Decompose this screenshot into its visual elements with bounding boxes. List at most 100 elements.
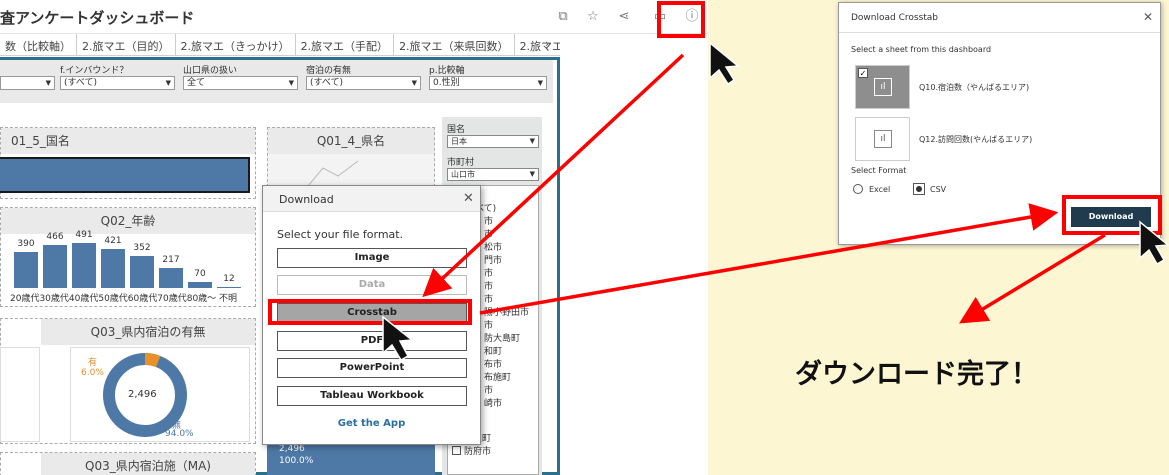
stay-yes-pct: 6.0% xyxy=(81,368,104,378)
age-bar[interactable] xyxy=(217,287,241,288)
dashboard-toolbar: 査アンケートダッシュボード ⧉ ☆ ⋖ ▭ ⓘ xyxy=(0,0,708,34)
stay-yes-label: 有 xyxy=(88,358,98,368)
sheet-thumbnail-q12[interactable]: ıl xyxy=(855,117,910,161)
tab-5[interactable]: 2.旅マエ（来県間隔） xyxy=(515,34,560,55)
city-item[interactable]: 市 xyxy=(484,268,529,281)
city-list-partial: 市市松市 門市市市市陽小野田市市防大島町 和町 布市 布施町市崎市 xyxy=(484,216,529,411)
sheet-name-q10[interactable]: Q10.宿泊数（やんばるエリア) xyxy=(919,82,1029,93)
age-bar[interactable] xyxy=(159,267,183,288)
image-button[interactable]: Image xyxy=(277,248,467,268)
sheet-checkbox-checked-icon[interactable]: ✓ xyxy=(858,68,868,78)
download-popup-header: Download ✕ xyxy=(263,186,480,212)
city-item[interactable]: 市 xyxy=(484,385,529,398)
bar-chart-icon: ıl xyxy=(874,78,892,96)
tab-0[interactable]: 数（比較軸） xyxy=(0,34,77,55)
download-button[interactable]: Download xyxy=(1071,207,1151,227)
filter-inbound-label: f.インバウンド？ xyxy=(60,66,129,76)
filter-yamaguchi-select[interactable]: 全て ▼ xyxy=(183,76,298,90)
filter-compare-label: p.比較軸 xyxy=(429,66,465,76)
city-item[interactable]: 防府市 xyxy=(452,446,491,459)
age-bar-value: 352 xyxy=(133,242,151,253)
filter-inbound-select[interactable]: (すべて) ▼ xyxy=(60,76,175,90)
tab-scroll-right-icon[interactable]: › xyxy=(545,37,549,50)
city-item[interactable]: 松市 xyxy=(484,242,529,255)
csv-label[interactable]: CSV xyxy=(930,185,946,194)
excel-label[interactable]: Excel xyxy=(869,185,890,194)
data-button[interactable]: Data xyxy=(277,275,467,295)
age-bar[interactable] xyxy=(101,249,125,288)
age-bar-value: 421 xyxy=(104,236,122,247)
city-item[interactable]: 防大島町 xyxy=(484,333,529,346)
age-bar[interactable] xyxy=(14,252,38,288)
facility-panel: Q03_県内宿泊施（MA) xyxy=(0,452,256,475)
age-bar-value: 70 xyxy=(194,268,206,279)
powerpoint-button[interactable]: PowerPoint xyxy=(277,358,467,378)
stay-total: 2,496 xyxy=(128,389,157,400)
excel-radio[interactable] xyxy=(853,184,863,194)
age-bar[interactable] xyxy=(188,281,212,288)
close-icon[interactable]: ✕ xyxy=(1143,10,1153,24)
tab-3[interactable]: 2.旅マエ（手配） xyxy=(296,34,395,55)
age-bar[interactable] xyxy=(130,255,154,288)
info-icon[interactable]: ⓘ xyxy=(684,9,700,25)
country-bar[interactable] xyxy=(0,157,250,193)
tableau-workbook-button[interactable]: Tableau Workbook xyxy=(277,386,467,406)
age-bar-value: 217 xyxy=(162,254,180,265)
format-label: Select Format xyxy=(851,166,907,175)
download-crosstab-dialog: Download Crosstab ✕ Select a sheet from … xyxy=(838,2,1161,245)
stay-panel-title: Q03_県内宿泊の有無 xyxy=(41,319,255,345)
city-item[interactable]: 市 xyxy=(484,216,529,229)
favorite-star-icon[interactable]: ☆ xyxy=(585,9,601,25)
age-bar-value: 12 xyxy=(223,273,235,284)
undo-icon[interactable]: ⧉ xyxy=(555,9,571,25)
city-filter-select[interactable]: 山口市 ▼ xyxy=(447,168,539,181)
city-item[interactable]: 市 xyxy=(484,281,529,294)
filter-bar: ▼ f.インバウンド？ (すべて) ▼ 山口県の扱い 全て ▼ 宿泊の有無 (すべて… xyxy=(0,60,553,103)
prefecture-total-bar[interactable]: 2,496 100.0% xyxy=(267,440,435,475)
get-the-app-link[interactable]: Get the App xyxy=(263,418,480,429)
sheet-tab-strip: 数（比較軸） 2.旅マエ（目的） 2.旅マエ（きっかけ） 2.旅マエ（手配） 2.旅マエ… xyxy=(0,34,560,56)
age-axis-labels: 20歳代30歳代40歳代50歳代60歳代70歳代80歳～ 不明 xyxy=(10,294,238,304)
age-bar[interactable] xyxy=(43,244,67,288)
download-complete-text: ダウンロード完了！ xyxy=(795,359,1038,390)
filter-stay-select[interactable]: (すべて) ▼ xyxy=(306,76,421,90)
tableau-dashboard-screenshot: 査アンケートダッシュボード ⧉ ☆ ⋖ ▭ ⓘ 数（比較軸） 2.旅マエ（目的） 2… xyxy=(0,0,708,475)
city-item[interactable]: 陽小野田市 xyxy=(484,307,529,320)
age-bar[interactable] xyxy=(72,242,96,288)
city-item[interactable]: 門市 xyxy=(484,255,529,268)
tab-1[interactable]: 2.旅マエ（目的） xyxy=(77,34,176,55)
country-filter-label: 国名 xyxy=(447,125,466,135)
filter-compare-select[interactable]: 0.性別 ▼ xyxy=(429,76,547,90)
tab-4[interactable]: 2.旅マエ（来県回数） xyxy=(394,34,515,55)
stay-left-cell xyxy=(0,347,40,442)
checkbox-icon[interactable] xyxy=(452,446,461,455)
prefecture-total-count: 2,496 xyxy=(279,444,305,454)
sheet-name-q12[interactable]: Q12.訪問回数(やんばるエリア) xyxy=(919,134,1032,145)
city-item[interactable]: 市 xyxy=(484,229,529,242)
country-filter-select[interactable]: 日本 ▼ xyxy=(447,135,539,148)
download-icon[interactable]: ▭ xyxy=(652,9,668,25)
city-item[interactable]: 市 xyxy=(484,294,529,307)
city-item[interactable]: 崎市 xyxy=(484,398,529,411)
city-item[interactable]: 和町 xyxy=(484,346,529,359)
crosstab-dialog-header: Download Crosstab ✕ xyxy=(839,3,1160,33)
prefecture-map xyxy=(307,160,359,186)
stay-no-pct: 94.0% xyxy=(165,429,194,439)
pdf-button[interactable]: PDF xyxy=(277,331,467,351)
filter-0-select[interactable]: ▼ xyxy=(0,76,55,90)
tab-2[interactable]: 2.旅マエ（きっかけ） xyxy=(176,34,296,55)
share-icon[interactable]: ⋖ xyxy=(616,9,632,25)
city-filter-label: 市町村 xyxy=(447,158,475,168)
csv-radio[interactable] xyxy=(913,183,925,195)
download-popup: Download ✕ Select your file format. Imag… xyxy=(262,185,481,445)
city-item[interactable]: 布市 xyxy=(484,359,529,372)
close-icon[interactable]: ✕ xyxy=(463,191,474,206)
sheet-thumbnail-q10[interactable]: ✓ ıl xyxy=(855,65,910,109)
facility-panel-title: Q03_県内宿泊施（MA) xyxy=(41,453,255,475)
crosstab-button[interactable]: Crosstab xyxy=(277,303,467,323)
city-item[interactable]: 市 xyxy=(484,320,529,333)
download-popup-prompt: Select your file format. xyxy=(277,228,404,241)
city-item[interactable]: 布施町 xyxy=(484,372,529,385)
filter-yamaguchi-label: 山口県の扱い xyxy=(183,66,238,76)
age-chart: 390 466 491 421 352 217 70 12 xyxy=(0,230,256,290)
